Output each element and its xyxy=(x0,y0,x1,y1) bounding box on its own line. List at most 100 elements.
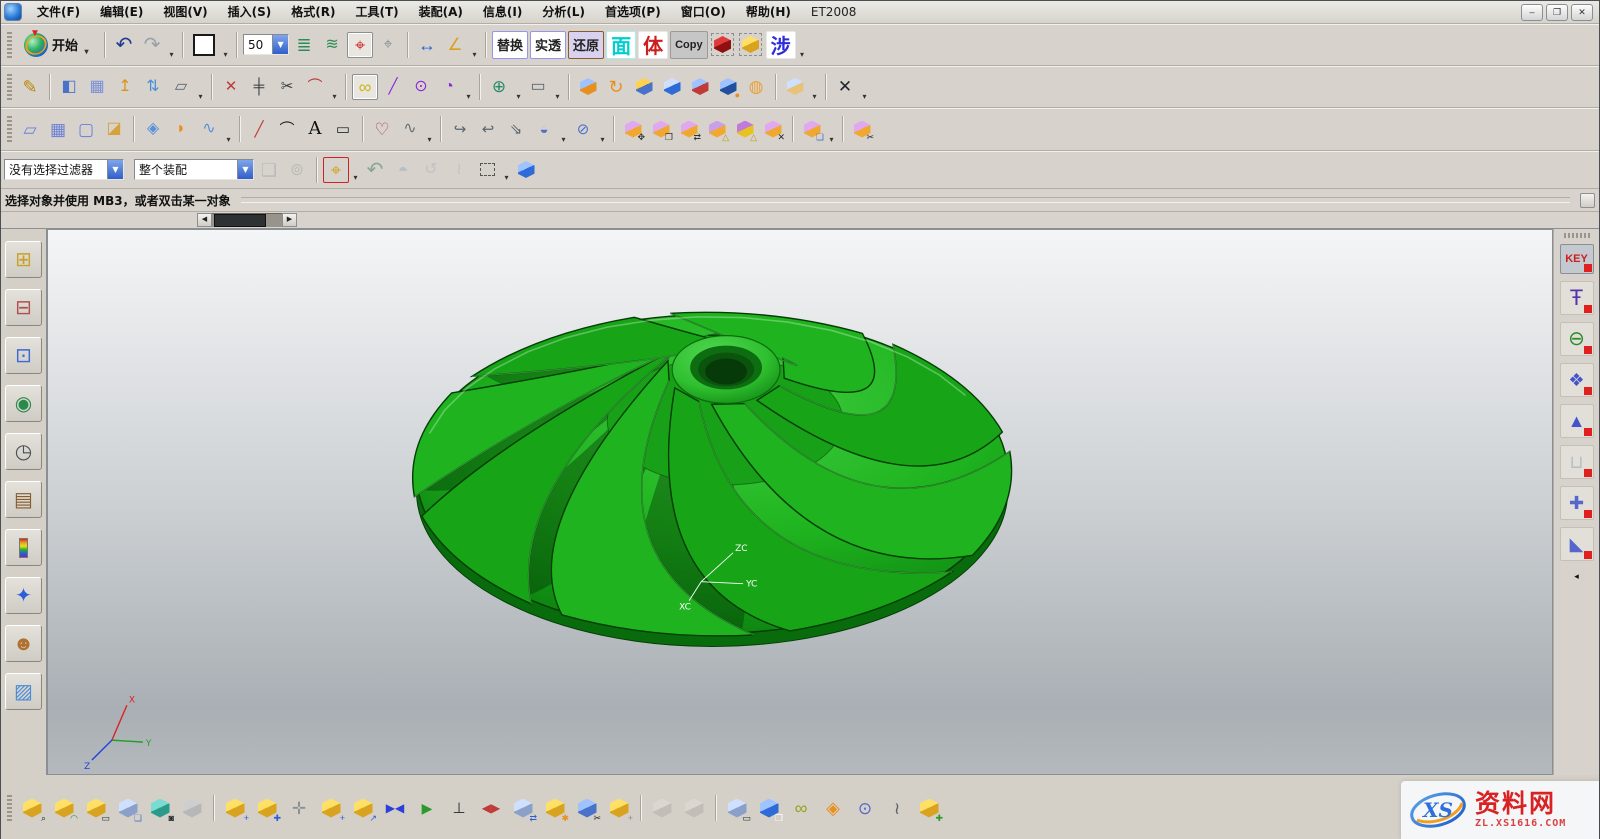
dropdown-caret[interactable]: ▾ xyxy=(553,92,562,105)
project-curve-button[interactable]: ↪ xyxy=(447,116,473,142)
part-navigator-button[interactable]: ⊡ xyxy=(5,337,42,374)
explosion-button[interactable]: ◈ xyxy=(818,793,848,823)
quick-trim-button[interactable]: ✂ xyxy=(274,74,300,100)
sheet-expand-button[interactable]: ⇅ xyxy=(140,74,166,100)
section-curve-button[interactable]: ◒ xyxy=(531,116,557,142)
dropdown-caret[interactable]: ▾ xyxy=(470,50,479,63)
open-component-button[interactable]: ◠ xyxy=(49,793,79,823)
restore-button[interactable]: ❐ xyxy=(1546,4,1568,21)
replace-button[interactable]: 替换 xyxy=(492,31,528,59)
move-component-button[interactable]: + xyxy=(316,793,346,823)
scroll-left-button[interactable]: ◀ xyxy=(197,213,212,227)
menu-view[interactable]: 视图(V) xyxy=(153,1,217,23)
component-steps-button[interactable] xyxy=(679,793,709,823)
material-palette-button[interactable] xyxy=(5,529,42,566)
text-button[interactable]: A xyxy=(302,116,328,142)
new-component-button[interactable]: ✚ xyxy=(252,793,282,823)
dropdown-caret[interactable]: ▾ xyxy=(464,92,473,105)
measure-distance-button[interactable]: ↔ xyxy=(414,32,440,58)
bend-sheet-button[interactable]: ∿ xyxy=(196,116,222,142)
t-bolt-template-button[interactable]: Ŧ xyxy=(1560,281,1594,315)
divide-curve-button[interactable]: ╪ xyxy=(246,74,272,100)
toolbar-grip[interactable] xyxy=(7,795,12,821)
wcs-dynamics-button[interactable]: ⌖ xyxy=(347,32,373,58)
menu-help[interactable]: 帮助(H) xyxy=(736,1,801,23)
pattern-component-button[interactable]: ✛ xyxy=(284,793,314,823)
tube-button[interactable]: ⊘ xyxy=(570,116,596,142)
elbow-template-button[interactable]: ◣ xyxy=(1560,527,1594,561)
scroll-thumb[interactable] xyxy=(214,214,266,227)
restore-button[interactable]: 还原 xyxy=(568,31,604,59)
check-clearance-button[interactable]: ❏ xyxy=(113,793,143,823)
studio-profile-button[interactable]: ♡ xyxy=(369,116,395,142)
ruled-surface-button[interactable]: ▱ xyxy=(17,116,43,142)
sleeve-template-button[interactable]: ⊔ xyxy=(1560,445,1594,479)
replace-component-button[interactable]: ⇄ xyxy=(508,793,538,823)
measure-angle-button[interactable]: ∠ xyxy=(442,32,468,58)
wrap-curve-button[interactable]: ⇘ xyxy=(503,116,529,142)
center-constraint-button[interactable]: ◀▶ xyxy=(476,793,506,823)
selection-chain-button[interactable]: ∞ xyxy=(352,74,378,100)
dropdown-caret[interactable]: ▾ xyxy=(860,92,869,105)
delete-face-button[interactable]: ✕ xyxy=(760,116,786,142)
selection-filter-combobox[interactable]: 没有选择过滤器▼ xyxy=(4,159,124,180)
assembly-constraints-button[interactable]: ▶◀ xyxy=(380,793,410,823)
boolean-region-button[interactable]: ⊕ xyxy=(486,74,512,100)
menu-format[interactable]: 格式(R) xyxy=(281,1,345,23)
perpendicular-constraint-button[interactable]: ⊥ xyxy=(444,793,474,823)
fillet-curve-button[interactable]: ⌒ xyxy=(302,74,328,100)
menu-tools[interactable]: 工具(T) xyxy=(345,1,408,23)
work-layer-combobox[interactable]: 50▼ xyxy=(243,34,289,55)
view-section-button[interactable]: ◧ xyxy=(56,74,82,100)
wcs-orient-button[interactable]: ⌖ xyxy=(375,32,401,58)
copy-face-button[interactable]: ❏ xyxy=(799,116,825,142)
bracket-template-button[interactable]: ❖ xyxy=(1560,363,1594,397)
horizontal-scrollbar[interactable]: ◀ ▶ xyxy=(197,213,297,227)
toolbar-grip[interactable] xyxy=(7,74,12,100)
history-button[interactable]: ◷ xyxy=(5,433,42,470)
reference-set-button[interactable] xyxy=(647,793,677,823)
selection-filter-dropdown-arrow[interactable]: ▼ xyxy=(107,160,123,179)
snap-point-button[interactable]: ⌖ xyxy=(323,157,349,183)
palettes-button[interactable]: ▤ xyxy=(5,481,42,518)
swept-button[interactable]: ◈ xyxy=(140,116,166,142)
join-face-button[interactable]: ◗ xyxy=(168,116,194,142)
dropdown-caret[interactable]: ▾ xyxy=(502,173,511,186)
cut-face-button[interactable]: ✂ xyxy=(849,116,875,142)
unloaded-component-button[interactable] xyxy=(177,793,207,823)
constraint-navigator-button[interactable]: ⊟ xyxy=(5,289,42,326)
plate-template-button[interactable]: ▲ xyxy=(1560,404,1594,438)
dropdown-caret[interactable]: ▾ xyxy=(798,50,807,63)
dropdown-caret[interactable]: ▾ xyxy=(514,92,523,105)
redo-button[interactable]: ↷ xyxy=(139,32,165,58)
assembly-cut-button[interactable]: ✂ xyxy=(572,793,602,823)
transform-component-button[interactable]: ↗ xyxy=(348,793,378,823)
line-button[interactable]: ╱ xyxy=(246,116,272,142)
datum-plane-button[interactable]: ▱ xyxy=(168,74,194,100)
wave-geometry-linker-button[interactable]: + xyxy=(604,793,634,823)
menu-file[interactable]: 文件(F) xyxy=(27,1,90,23)
dropdown-caret[interactable]: ▾ xyxy=(224,135,233,148)
studio-spline-button[interactable]: ∿ xyxy=(397,116,423,142)
selection-scope-combobox[interactable]: 整个装配▼ xyxy=(134,159,254,180)
boss-button[interactable]: ◍ xyxy=(743,74,769,100)
show-product-outline-button[interactable]: ▭ xyxy=(81,793,111,823)
she-button[interactable]: 涉 xyxy=(766,31,796,59)
menu-insert[interactable]: 插入(S) xyxy=(218,1,282,23)
scale-button[interactable]: ✕ xyxy=(832,74,858,100)
work-layer-dropdown-arrow[interactable]: ▼ xyxy=(272,35,288,54)
combine-projection-button[interactable]: ↩ xyxy=(475,116,501,142)
toolbar-grip[interactable] xyxy=(7,116,12,142)
cross-fitting-template-button[interactable]: ✚ xyxy=(1560,486,1594,520)
prompt-options-button[interactable] xyxy=(1580,193,1595,208)
menu-edit[interactable]: 编辑(E) xyxy=(90,1,153,23)
flexible-component-button[interactable]: ✱ xyxy=(540,793,570,823)
assembly-navigator-button[interactable]: ⊞ xyxy=(5,241,42,278)
rectangle-select-button[interactable] xyxy=(474,157,500,183)
menu-preferences[interactable]: 首选项(P) xyxy=(595,1,671,23)
shaded-view-button[interactable] xyxy=(513,157,539,183)
lasso-select-button[interactable]: ≀ xyxy=(446,157,472,183)
toolbar-grip[interactable] xyxy=(7,32,12,58)
face-button[interactable]: 面 xyxy=(606,31,636,59)
dropdown-caret[interactable]: ▾ xyxy=(196,92,205,105)
